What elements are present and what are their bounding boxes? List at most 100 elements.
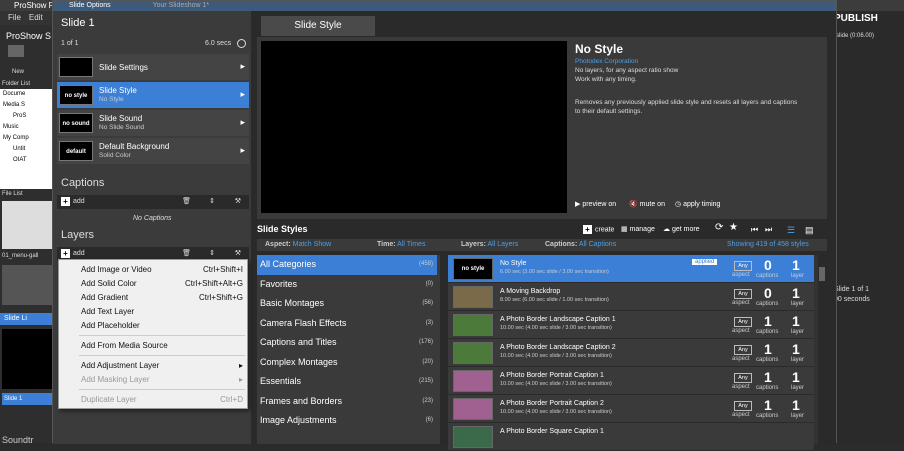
tools-icon[interactable]: ⚒ <box>235 195 241 209</box>
slide-styles-header: Slide Styles <box>257 224 308 234</box>
tree-item[interactable]: Music <box>3 122 56 133</box>
vendor-link[interactable]: Photodex Corporation <box>575 58 638 65</box>
category-item[interactable]: Frames and Borders (23) <box>257 392 437 412</box>
tree-item[interactable]: Untit <box>3 144 56 155</box>
slide-info: slide (0:06.00) <box>836 33 875 39</box>
category-item[interactable]: Captions and Titles (176) <box>257 333 437 353</box>
menu-duplicate-layer: Duplicate Layer Ctrl+D <box>81 395 243 404</box>
tab-slide-style[interactable]: Slide Style <box>261 16 375 36</box>
layers-filter[interactable]: Layers: All Layers <box>461 239 518 251</box>
category-item[interactable]: Basic Montages (56) <box>257 294 437 314</box>
row-sub: No Slide Sound <box>99 124 145 131</box>
trash-icon[interactable]: 🗑 <box>182 195 191 209</box>
skip-back-icon[interactable]: ⏮ <box>751 225 758 235</box>
skip-forward-icon[interactable]: ⏭ <box>765 225 772 235</box>
slide-sound-row[interactable]: no sound Slide Sound No Slide Sound ▸ <box>57 110 249 136</box>
category-count: (458) <box>418 261 433 267</box>
filter-value[interactable]: All Times <box>397 241 425 248</box>
menu-add-text-layer[interactable]: Add Text Layer <box>81 307 243 316</box>
captions-filter[interactable]: Captions: All Captions <box>545 239 616 251</box>
style-preview-panel: No Style Photodex Corporation No layers,… <box>257 37 827 219</box>
style-list: no style No Style 6.00 sec (3.00 sec slide… <box>448 255 818 451</box>
tree-item[interactable]: OIAT <box>3 155 56 166</box>
category-item[interactable]: Favorites (0) <box>257 275 437 295</box>
tree-item[interactable]: My Comp <box>3 133 56 144</box>
style-row[interactable]: A Photo Border Portrait Caption 2 10.00 s… <box>448 395 814 423</box>
slide-caption[interactable]: Slide 1 <box>2 393 52 405</box>
mute-toggle[interactable]: 🔇 mute on <box>629 200 665 208</box>
category-item[interactable]: All Categories (458) <box>257 255 437 275</box>
slide-thumb[interactable] <box>2 329 52 389</box>
menu-add-masking-layer: Add Masking Layer ▸ <box>81 375 243 384</box>
filter-value[interactable]: All Layers <box>487 241 518 248</box>
style-row[interactable]: A Moving Backdrop 8.00 sec (6.00 sec slid… <box>448 283 814 311</box>
style-list-scrollbar[interactable] <box>818 255 826 444</box>
category-scrollbar[interactable] <box>441 255 447 444</box>
style-thumb <box>453 426 493 448</box>
aspect-filter[interactable]: Aspect: Match Show <box>265 239 331 251</box>
category-name: Favorites <box>260 278 298 289</box>
slide-list-tab[interactable]: Slide Li <box>0 313 56 325</box>
menu-add-image-video[interactable]: Add Image or Video Ctrl+Shift+I <box>81 265 243 274</box>
menu-item-label: Add Gradient <box>81 293 129 302</box>
file-thumb[interactable] <box>2 201 52 249</box>
layers-count: 1 <box>792 285 800 301</box>
apply-timing-toggle[interactable]: ◷ apply timing <box>675 200 720 208</box>
time-filter[interactable]: Time: All Times <box>377 239 426 251</box>
menu-edit[interactable]: Edit <box>29 13 43 22</box>
category-item[interactable]: Camera Flash Effects (3) <box>257 314 437 334</box>
create-button[interactable]: + create <box>583 225 614 234</box>
new-icon[interactable] <box>8 45 24 57</box>
reorder-icon[interactable]: ⇕ <box>209 195 215 209</box>
captions-label: captions <box>756 385 779 391</box>
scroll-thumb[interactable] <box>819 267 825 281</box>
style-row-name: No Style <box>500 260 527 267</box>
style-row[interactable]: A Photo Border Portrait Caption 1 10.00 s… <box>448 367 814 395</box>
preview-toggle[interactable]: ▶ preview on <box>575 200 616 208</box>
menu-add-adjustment-layer[interactable]: Add Adjustment Layer ▸ <box>81 361 243 370</box>
style-thumb: no style <box>453 258 493 280</box>
style-row-name: A Moving Backdrop <box>500 288 561 295</box>
menu-add-from-media-source[interactable]: Add From Media Source <box>81 341 243 350</box>
captions-label: captions <box>756 301 779 307</box>
tree-item[interactable]: Docume <box>3 89 56 100</box>
filter-value[interactable]: All Captions <box>579 241 616 248</box>
menu-add-solid-color[interactable]: Add Solid Color Ctrl+Shift+Alt+G <box>81 279 243 288</box>
category-item[interactable]: Essentials (215) <box>257 372 437 392</box>
style-row-desc: 10.00 sec (4.00 sec slide / 3.00 sec tra… <box>500 381 612 387</box>
default-background-row[interactable]: default Default Background Solid Color ▸ <box>57 138 249 164</box>
tree-item[interactable]: Media S <box>3 100 56 111</box>
tree-item[interactable]: ProS <box>3 111 56 122</box>
slide-count: 1 of 1 <box>61 40 79 47</box>
publish-button[interactable]: PUBLISH <box>834 13 878 24</box>
captions-count: 1 <box>764 397 772 413</box>
refresh-icon[interactable]: ⟳ <box>715 222 723 233</box>
style-row[interactable]: A Photo Border Square Caption 1 <box>448 423 814 451</box>
file-thumb[interactable] <box>2 265 52 305</box>
menu-add-placeholder[interactable]: Add Placeholder <box>81 321 243 330</box>
captions-add-bar[interactable]: + add 🗑 ⇕ ⚒ <box>57 195 249 209</box>
get-more-button[interactable]: ☁ get more <box>663 225 700 233</box>
style-row[interactable]: A Photo Border Landscape Caption 1 10.00 … <box>448 311 814 339</box>
slide-style-row[interactable]: no style Slide Style No Style ▸ <box>57 82 249 108</box>
manage-button[interactable]: ▦ manage <box>621 225 655 233</box>
category-item[interactable]: Complex Montages (20) <box>257 353 437 373</box>
showing-count: Showing 419 of 458 styles <box>727 241 809 248</box>
slide-settings-row[interactable]: Slide Settings ▸ <box>57 54 249 80</box>
category-item[interactable]: Image Adjustments (6) <box>257 411 437 431</box>
menu-add-gradient[interactable]: Add Gradient Ctrl+Shift+G <box>81 293 243 302</box>
menu-file[interactable]: File <box>8 13 21 22</box>
style-row[interactable]: A Photo Border Landscape Caption 2 10.00 … <box>448 339 814 367</box>
menu-shortcut: Ctrl+D <box>220 395 243 404</box>
layer-label: layer <box>791 273 805 279</box>
row-thumb: no sound <box>59 113 93 133</box>
grid-view-icon[interactable]: ▤ <box>805 225 814 236</box>
row-label: Slide Style <box>99 86 137 95</box>
filter-value[interactable]: Match Show <box>293 241 332 248</box>
style-thumb <box>453 398 493 420</box>
style-row[interactable]: no style No Style 6.00 sec (3.00 sec slide… <box>448 255 814 283</box>
star-icon[interactable]: ★ <box>729 222 738 233</box>
list-view-icon[interactable]: ☰ <box>787 225 795 236</box>
folder-tree[interactable]: Docume Media S ProS Music My Comp Untit OIAT <box>0 89 56 189</box>
aspect-label: aspect <box>732 272 750 278</box>
